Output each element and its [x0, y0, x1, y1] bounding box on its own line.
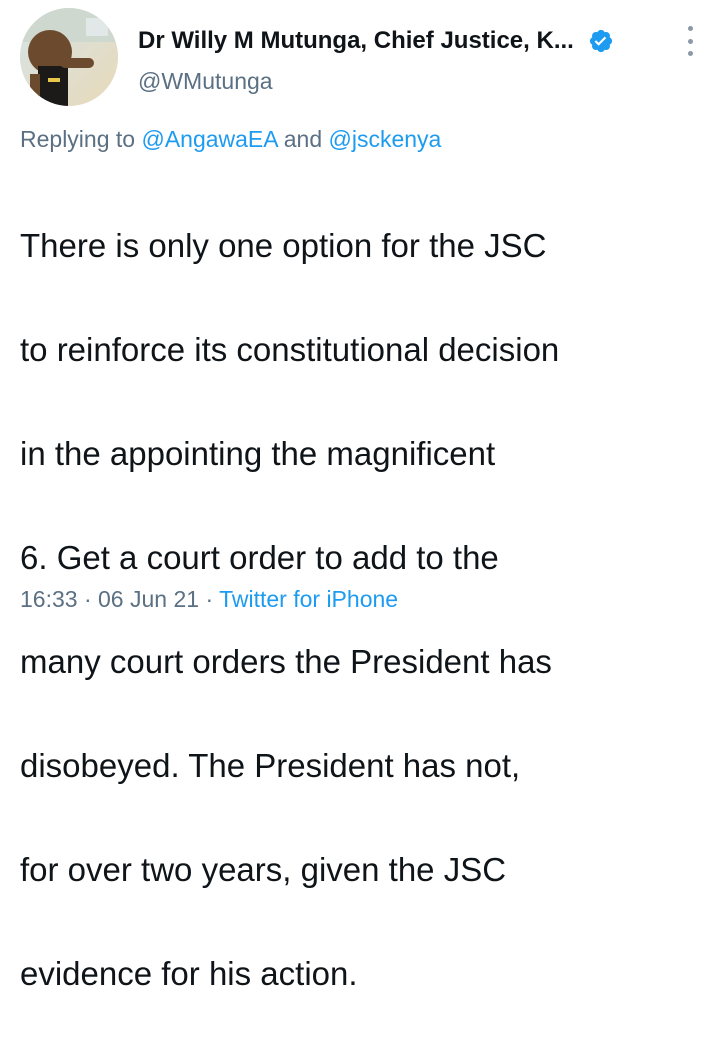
tweet-text-line: many court orders the President has [20, 643, 552, 680]
meta-separator: · [83, 586, 92, 612]
author-handle[interactable]: @WMutunga [138, 68, 273, 95]
tweet-text-line: There is only one option for the JSC [20, 227, 547, 264]
author-display-name[interactable]: Dr Willy M Mutunga, Chief Justice, K... [138, 27, 574, 55]
tweet-text-line: 6. Get a court order to add to the [20, 539, 499, 576]
tweet-date[interactable]: 06 Jun 21 [98, 586, 199, 612]
tweet-text-line: for over two years, given the JSC [20, 851, 507, 888]
replying-to: Replying to @AngawaEA and @jsckenya [20, 126, 441, 153]
replying-to-joiner: and [283, 126, 323, 152]
more-dot [687, 26, 693, 31]
meta-separator: · [205, 586, 214, 612]
tweet-meta: 16:33 · 06 Jun 21 · Twitter for iPhone [20, 586, 398, 613]
mention-link[interactable]: @AngawaEA [141, 126, 277, 152]
tweet-card: Dr Willy M Mutunga, Chief Justice, K... … [0, 0, 720, 992]
mention-link[interactable]: @jsckenya [329, 126, 442, 152]
more-dot [687, 51, 693, 56]
tweet-time[interactable]: 16:33 [20, 586, 78, 612]
author-name-row: Dr Willy M Mutunga, Chief Justice, K... [138, 24, 698, 58]
replying-to-label: Replying to [20, 126, 136, 152]
tweet-text-line: disobeyed. The President has not, [20, 747, 521, 784]
tweet-text-line: to reinforce its constitutional decision [20, 331, 560, 368]
tweet-text-line: evidence for his action. [20, 955, 358, 992]
tweet-source-link[interactable]: Twitter for iPhone [219, 586, 398, 612]
tweet-header: Dr Willy M Mutunga, Chief Justice, K... … [20, 8, 710, 108]
more-options-icon[interactable] [684, 26, 696, 56]
tweet-text-line: in the appointing the magnificent [20, 435, 496, 472]
more-dot [687, 38, 693, 44]
verified-badge-icon [588, 28, 614, 54]
avatar[interactable] [20, 8, 118, 106]
